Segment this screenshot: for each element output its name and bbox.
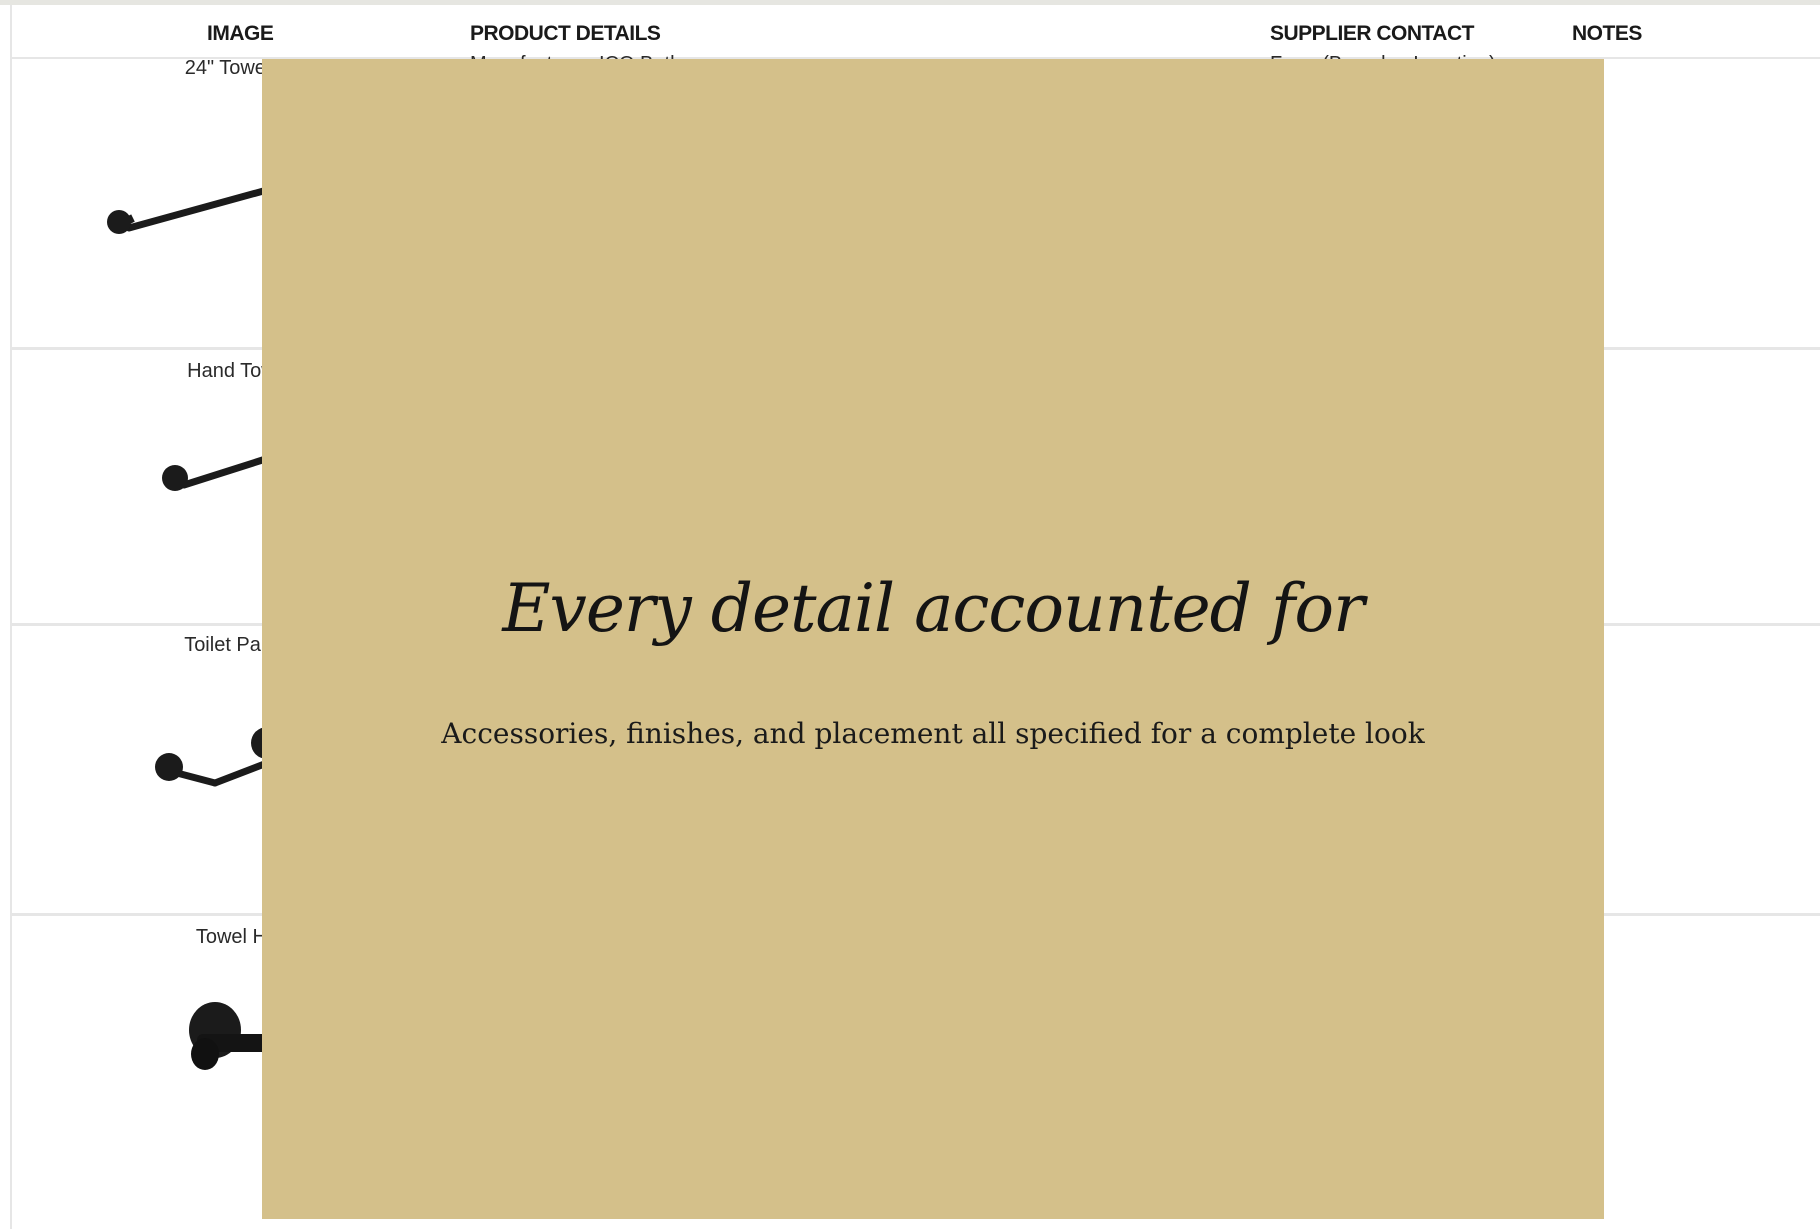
column-header-notes: NOTES (1572, 22, 1642, 45)
column-header-supplier-contact: SUPPLIER CONTACT (1270, 22, 1474, 45)
overlay-subtitle: Accessories, finishes, and placement all… (441, 717, 1425, 750)
table-header: IMAGE PRODUCT DETAILS SUPPLIER CONTACT N… (12, 5, 1820, 59)
promo-overlay: Every detail accounted for Accessories, … (262, 59, 1604, 1219)
toilet-paper-holder-image (155, 727, 277, 787)
towel-bar-image (107, 186, 271, 234)
hand-towel-bar-image (162, 453, 276, 491)
column-header-image: IMAGE (207, 22, 274, 45)
column-header-product-details: PRODUCT DETAILS (470, 22, 661, 45)
overlay-headline: Every detail accounted for (502, 570, 1364, 647)
